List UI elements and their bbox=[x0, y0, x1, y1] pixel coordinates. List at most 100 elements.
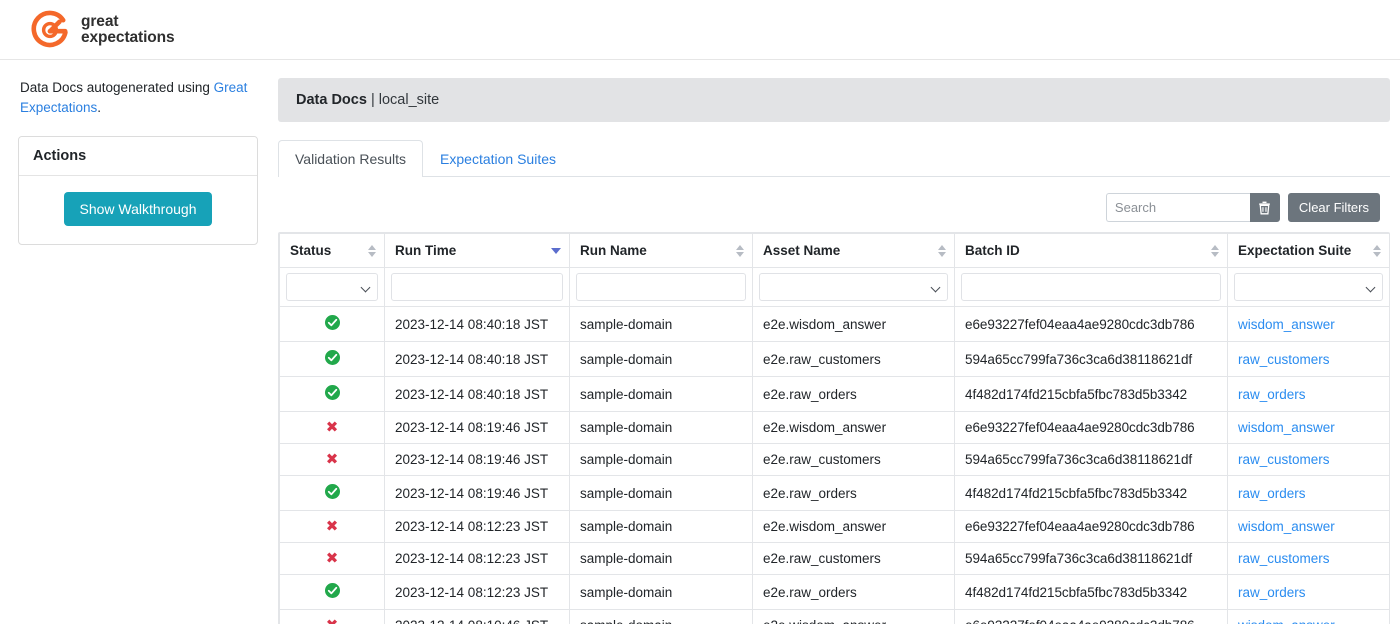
expectation-suite-link[interactable]: raw_customers bbox=[1238, 352, 1330, 367]
expectation-suite-link[interactable]: wisdom_answer bbox=[1238, 618, 1335, 624]
cell-batch-id: 4f482d174fd215cbfa5fbc783d5b3342 bbox=[954, 574, 1228, 610]
status-success-icon bbox=[324, 385, 340, 400]
column-header-asset-name[interactable]: Asset Name bbox=[752, 233, 955, 268]
tab-validation-results[interactable]: Validation Results bbox=[278, 140, 424, 177]
expectation-suite-link[interactable]: raw_orders bbox=[1238, 387, 1306, 402]
table-row[interactable]: 2023-12-14 08:40:18 JST sample-domain e2e.… bbox=[279, 376, 1390, 412]
brand-line-1: great bbox=[81, 12, 119, 30]
filter-asset-name-select[interactable] bbox=[759, 273, 948, 301]
app-header: great expectations bbox=[0, 0, 1400, 60]
table-row[interactable]: ✖ 2023-12-14 08:19:46 JST sample-domain e2e… bbox=[279, 411, 1390, 444]
expectation-suite-link[interactable]: raw_customers bbox=[1238, 551, 1330, 566]
status-success-icon bbox=[324, 315, 340, 330]
table-header-row: Status Run Time Run Name Asset Name Batc… bbox=[279, 233, 1390, 268]
status-success-icon bbox=[324, 350, 340, 365]
cell-status: ✖ bbox=[279, 443, 385, 476]
table-row[interactable]: ✖ 2023-12-14 08:12:23 JST sample-domain e2e… bbox=[279, 510, 1390, 543]
status-success-icon bbox=[324, 484, 340, 499]
tab-expectation-suites[interactable]: Expectation Suites bbox=[423, 140, 573, 177]
filter-batch-id-input[interactable] bbox=[961, 273, 1221, 301]
great-expectations-logo-icon bbox=[31, 10, 68, 47]
cell-run-time: 2023-12-14 08:40:18 JST bbox=[384, 306, 570, 342]
cell-status: ✖ bbox=[279, 542, 385, 575]
cell-run-time: 2023-12-14 08:19:46 JST bbox=[384, 443, 570, 476]
show-walkthrough-button[interactable]: Show Walkthrough bbox=[63, 192, 213, 226]
search-input[interactable] bbox=[1105, 193, 1250, 222]
cell-asset-name: e2e.raw_customers bbox=[752, 341, 955, 377]
filter-cell-run-name bbox=[569, 267, 753, 307]
sort-icon[interactable] bbox=[1373, 244, 1381, 257]
expectation-suite-link[interactable]: raw_orders bbox=[1238, 486, 1306, 501]
clear-filters-button[interactable]: Clear Filters bbox=[1287, 193, 1380, 222]
status-failed-icon: ✖ bbox=[325, 517, 339, 535]
table-row[interactable]: 2023-12-14 08:19:46 JST sample-domain e2e.… bbox=[279, 475, 1390, 511]
column-header-run-name[interactable]: Run Name bbox=[569, 233, 753, 268]
cell-asset-name: e2e.raw_customers bbox=[752, 443, 955, 476]
cell-run-name: sample-domain bbox=[569, 542, 753, 575]
table-row[interactable]: 2023-12-14 08:40:18 JST sample-domain e2e.… bbox=[279, 341, 1390, 377]
table-toolbar: Clear Filters bbox=[278, 177, 1390, 232]
sort-icon[interactable] bbox=[938, 244, 946, 257]
filter-run-name-input[interactable] bbox=[576, 273, 746, 301]
column-label: Asset Name bbox=[763, 243, 841, 258]
cell-expectation-suite: raw_customers bbox=[1227, 341, 1390, 377]
column-label: Expectation Suite bbox=[1238, 243, 1352, 258]
expectation-suite-link[interactable]: raw_customers bbox=[1238, 452, 1330, 467]
column-header-batch-id[interactable]: Batch ID bbox=[954, 233, 1228, 268]
expectation-suite-link[interactable]: wisdom_answer bbox=[1238, 519, 1335, 534]
table-row[interactable]: 2023-12-14 08:40:18 JST sample-domain e2e.… bbox=[279, 306, 1390, 342]
cell-expectation-suite: wisdom_answer bbox=[1227, 306, 1390, 342]
cell-run-time: 2023-12-14 08:12:23 JST bbox=[384, 542, 570, 575]
cell-run-time: 2023-12-14 08:10:46 JST bbox=[384, 609, 570, 624]
cell-run-name: sample-domain bbox=[569, 609, 753, 624]
filter-cell-status bbox=[279, 267, 385, 307]
cell-run-name: sample-domain bbox=[569, 341, 753, 377]
column-header-expectation-suite[interactable]: Expectation Suite bbox=[1227, 233, 1390, 268]
cell-batch-id: e6e93227fef04eaa4ae9280cdc3db786 bbox=[954, 510, 1228, 543]
filter-run-time-input[interactable] bbox=[391, 273, 563, 301]
cell-status bbox=[279, 475, 385, 511]
brand-logo[interactable]: great expectations bbox=[30, 10, 175, 50]
cell-batch-id: 4f482d174fd215cbfa5fbc783d5b3342 bbox=[954, 376, 1228, 412]
status-failed-icon: ✖ bbox=[325, 549, 339, 567]
cell-run-name: sample-domain bbox=[569, 411, 753, 444]
cell-asset-name: e2e.raw_orders bbox=[752, 475, 955, 511]
table-row[interactable]: ✖ 2023-12-14 08:12:23 JST sample-domain e2e… bbox=[279, 542, 1390, 575]
cell-status bbox=[279, 306, 385, 342]
tab-bar: Validation Results Expectation Suites bbox=[278, 140, 1390, 177]
cell-status bbox=[279, 341, 385, 377]
cell-status: ✖ bbox=[279, 411, 385, 444]
column-label: Run Time bbox=[395, 243, 457, 258]
table-row[interactable]: ✖ 2023-12-14 08:10:46 JSTsample-domaine2e… bbox=[279, 609, 1390, 624]
actions-card-body: Show Walkthrough bbox=[19, 176, 257, 244]
sort-icon[interactable] bbox=[368, 244, 376, 257]
validation-results-table-wrap: Status Run Time Run Name Asset Name Batc… bbox=[278, 232, 1390, 624]
table-body: 2023-12-14 08:40:18 JST sample-domain e2e.… bbox=[279, 306, 1390, 624]
column-label: Status bbox=[290, 243, 332, 258]
note-suffix: . bbox=[97, 100, 102, 115]
filter-status-select[interactable] bbox=[286, 273, 378, 301]
sort-icon[interactable] bbox=[736, 244, 744, 257]
panel-title: Data Docs | local_site bbox=[278, 78, 1390, 122]
table-row[interactable]: 2023-12-14 08:12:23 JST sample-domain e2e.… bbox=[279, 574, 1390, 610]
cell-asset-name: e2e.raw_customers bbox=[752, 542, 955, 575]
clear-search-button[interactable] bbox=[1249, 193, 1280, 222]
expectation-suite-link[interactable]: raw_orders bbox=[1238, 585, 1306, 600]
cell-run-time: 2023-12-14 08:19:46 JST bbox=[384, 475, 570, 511]
expectation-suite-link[interactable]: wisdom_answer bbox=[1238, 420, 1335, 435]
filter-cell-expectation-suite bbox=[1227, 267, 1390, 307]
expectation-suite-link[interactable]: wisdom_answer bbox=[1238, 317, 1335, 332]
cell-expectation-suite: raw_orders bbox=[1227, 376, 1390, 412]
table-row[interactable]: ✖ 2023-12-14 08:19:46 JST sample-domain e2e… bbox=[279, 443, 1390, 476]
column-header-run-time[interactable]: Run Time bbox=[384, 233, 570, 268]
cell-batch-id: e6e93227fef04eaa4ae9280cdc3db786 bbox=[954, 306, 1228, 342]
sort-icon[interactable] bbox=[1211, 244, 1219, 257]
filter-expectation-suite-select[interactable] bbox=[1234, 273, 1383, 301]
actions-card: Actions Show Walkthrough bbox=[18, 136, 258, 245]
cell-batch-id: 4f482d174fd215cbfa5fbc783d5b3342 bbox=[954, 475, 1228, 511]
cell-run-time: 2023-12-14 08:19:46 JST bbox=[384, 411, 570, 444]
cell-run-name: sample-domain bbox=[569, 510, 753, 543]
cell-asset-name: e2e.wisdom_answer bbox=[752, 510, 955, 543]
column-header-status[interactable]: Status bbox=[279, 233, 385, 268]
sort-desc-icon[interactable] bbox=[551, 247, 561, 254]
